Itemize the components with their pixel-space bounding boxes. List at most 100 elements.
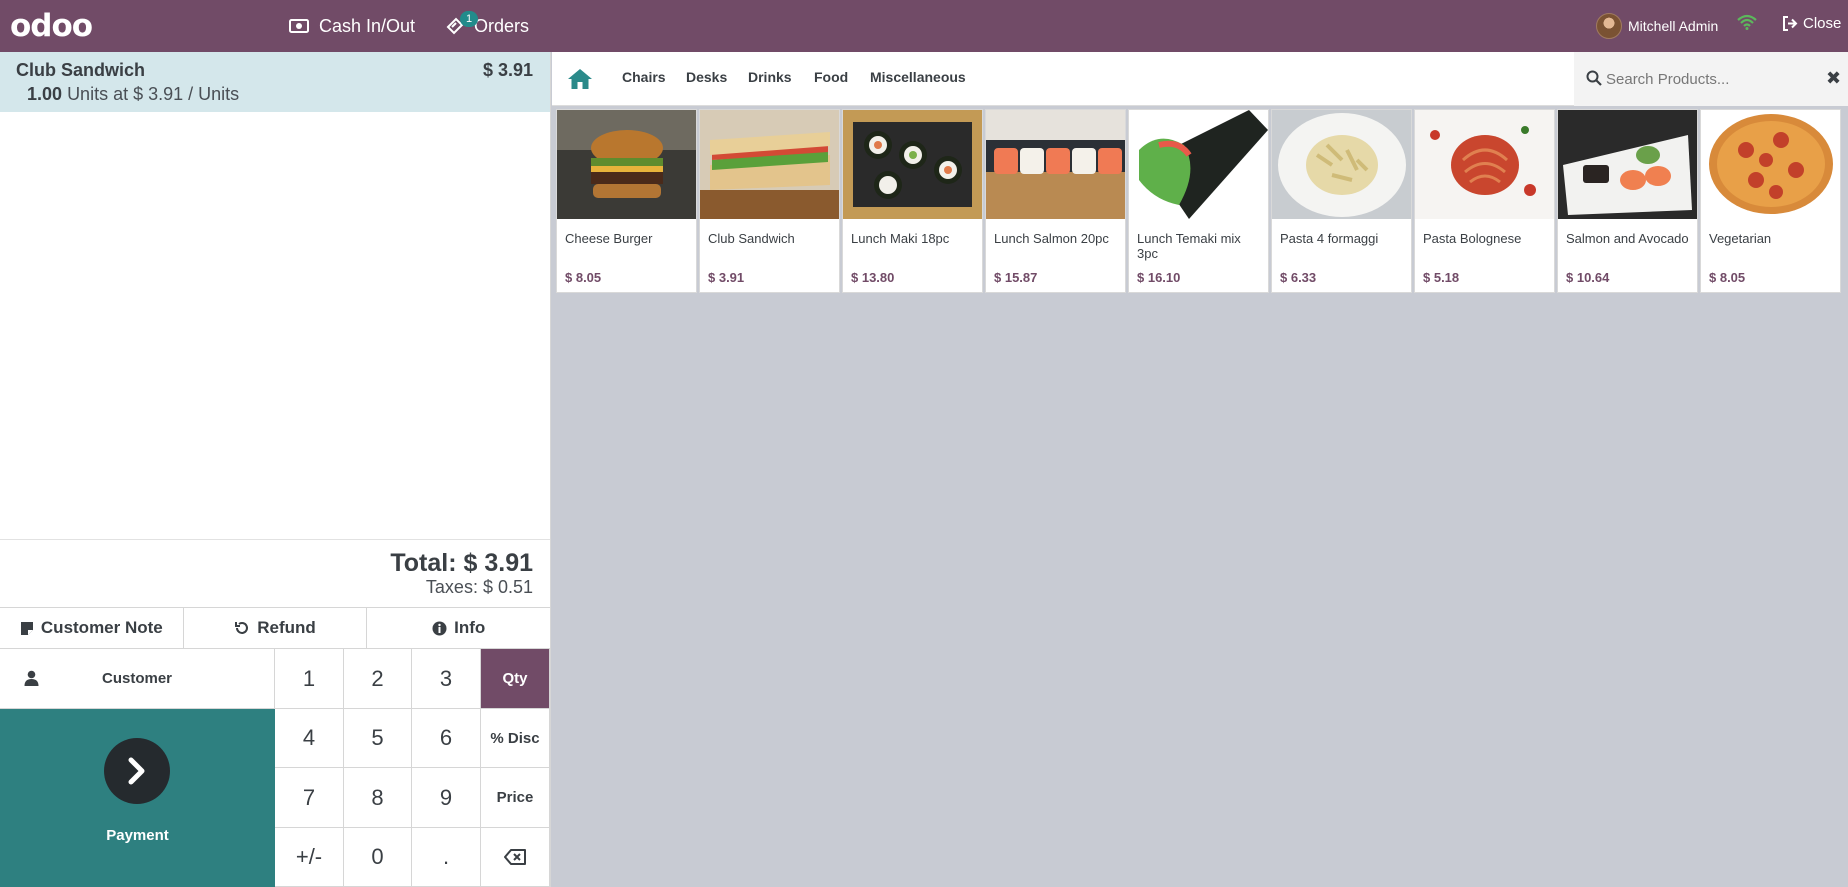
category-chairs[interactable]: Chairs — [622, 69, 666, 85]
search-input[interactable] — [1606, 67, 1806, 91]
order-line-name: Club Sandwich — [16, 60, 146, 80]
numpad-key-9[interactable]: 9 — [412, 768, 481, 828]
numpad-key-6[interactable]: 6 — [412, 709, 481, 768]
product-name: Pasta Bolognese — [1423, 231, 1522, 246]
club-sandwich-image — [700, 110, 839, 219]
numpad-key-2[interactable]: 2 — [344, 649, 412, 709]
numpad-area: Customer Payment 1 2 3 Qty 4 5 6 % Disc … — [0, 649, 550, 887]
user-menu[interactable]: Mitchell Admin — [1596, 12, 1718, 40]
product-search: ✖ — [1574, 52, 1848, 106]
close-label: Close — [1803, 15, 1842, 32]
avatar — [1596, 13, 1622, 39]
orders-button[interactable]: 1 Orders — [446, 0, 529, 52]
order-panel: Club Sandwich $ 3.91 1.00 Units at $ 3.9… — [0, 52, 551, 887]
lunch-maki-image — [843, 110, 982, 219]
product-card[interactable]: Lunch Salmon 20pc $ 15.87 — [985, 109, 1126, 293]
control-buttons: Customer Note Refund Info — [0, 607, 551, 649]
backspace-icon — [504, 849, 526, 865]
order-line-detail: Units at $ 3.91 / Units — [67, 84, 240, 104]
cheese-burger-image — [557, 110, 696, 219]
customer-button[interactable]: Customer — [0, 649, 275, 709]
wifi-icon — [1737, 14, 1757, 30]
info-button[interactable]: Info — [367, 608, 551, 648]
refund-label: Refund — [257, 618, 316, 637]
vegetarian-image — [1701, 110, 1840, 219]
refund-button[interactable]: Refund — [183, 608, 368, 648]
payment-button[interactable]: Payment — [0, 709, 275, 887]
category-drinks[interactable]: Drinks — [748, 69, 792, 85]
pasta-bolognese-image — [1415, 110, 1554, 219]
numpad-key-0[interactable]: 0 — [344, 828, 412, 887]
close-button[interactable]: Close — [1782, 15, 1841, 32]
numpad-qty-mode[interactable]: Qty — [481, 649, 550, 709]
product-card[interactable]: Salmon and Avocado $ 10.64 — [1557, 109, 1698, 293]
product-price: $ 10.64 — [1566, 270, 1610, 285]
payment-circle — [104, 738, 170, 804]
product-list: Cheese Burger $ 8.05 Club Sandwich $ 3.9… — [556, 109, 1848, 293]
product-price: $ 3.91 — [708, 270, 745, 285]
product-card[interactable]: Lunch Maki 18pc $ 13.80 — [842, 109, 983, 293]
numpad-price-mode[interactable]: Price — [481, 768, 550, 828]
category-food[interactable]: Food — [814, 69, 848, 85]
customer-note-button[interactable]: Customer Note — [0, 608, 184, 648]
category-miscellaneous[interactable]: Miscellaneous — [870, 69, 966, 85]
numpad-key-4[interactable]: 4 — [275, 709, 344, 768]
home-icon[interactable] — [567, 67, 593, 91]
product-name: Pasta 4 formaggi — [1280, 231, 1379, 246]
product-card[interactable]: Pasta Bolognese $ 5.18 — [1414, 109, 1555, 293]
numpad-key-7[interactable]: 7 — [275, 768, 344, 828]
numpad-disc-mode[interactable]: % Disc — [481, 709, 550, 768]
customer-note-label: Customer Note — [40, 618, 163, 637]
search-icon — [1586, 70, 1602, 86]
cash-in-out-label: Cash In/Out — [319, 15, 416, 36]
product-price: $ 16.10 — [1137, 270, 1181, 285]
product-name: Lunch Maki 18pc — [851, 231, 950, 246]
numpad-backspace[interactable] — [481, 828, 550, 887]
product-card[interactable]: Vegetarian $ 8.05 — [1700, 109, 1841, 293]
numpad-plus-minus[interactable]: +/- — [275, 828, 344, 887]
category-desks[interactable]: Desks — [686, 69, 727, 85]
product-name: Lunch Temaki mix 3pc — [1137, 231, 1241, 261]
payment-label: Payment — [106, 827, 169, 844]
clear-search-icon[interactable]: ✖ — [1826, 68, 1841, 89]
product-name: Vegetarian — [1709, 231, 1772, 246]
lunch-temaki-image — [1129, 110, 1268, 219]
product-card[interactable]: Pasta 4 formaggi $ 6.33 — [1271, 109, 1412, 293]
info-label: Info — [454, 618, 486, 637]
order-line-qty: 1.00 — [27, 84, 63, 104]
salmon-and-avocado-image — [1558, 110, 1697, 219]
product-card[interactable]: Cheese Burger $ 8.05 — [556, 109, 697, 293]
orders-count-badge: 1 — [460, 11, 479, 27]
numpad: 1 2 3 Qty 4 5 6 % Disc 7 8 9 Price +/- 0… — [275, 649, 550, 887]
order-line-price: $ 3.91 — [482, 60, 533, 80]
product-price: $ 6.33 — [1280, 270, 1317, 285]
note-icon — [20, 621, 33, 635]
product-price: $ 8.05 — [565, 270, 602, 285]
order-line[interactable]: Club Sandwich $ 3.91 1.00 Units at $ 3.9… — [0, 52, 550, 112]
user-name: Mitchell Admin — [1628, 18, 1719, 34]
order-taxes: Taxes: $ 0.51 — [425, 577, 533, 597]
numpad-key-5[interactable]: 5 — [344, 709, 412, 768]
numpad-key-3[interactable]: 3 — [412, 649, 481, 709]
cash-icon — [289, 19, 309, 33]
product-name: Salmon and Avocado — [1566, 231, 1689, 246]
category-bar: Chairs Desks Drinks Food Miscellaneous ✖ — [552, 52, 1848, 106]
lunch-salmon-image — [986, 110, 1125, 219]
product-name: Cheese Burger — [565, 231, 653, 246]
totals-divider — [0, 539, 550, 540]
cash-in-out-button[interactable]: Cash In/Out — [289, 0, 415, 52]
user-icon — [24, 670, 39, 686]
product-price: $ 5.18 — [1423, 270, 1460, 285]
order-total: Total: $ 3.91 — [390, 549, 533, 577]
numpad-decimal[interactable]: . — [412, 828, 481, 887]
top-bar: odoo Cash In/Out 1 Orders Mitchell Admin… — [0, 0, 1848, 52]
product-card[interactable]: Lunch Temaki mix 3pc $ 16.10 — [1128, 109, 1269, 293]
product-price: $ 13.80 — [851, 270, 895, 285]
numpad-key-1[interactable]: 1 — [275, 649, 344, 709]
sign-out-icon — [1783, 16, 1798, 31]
pasta-4-formaggi-image — [1272, 110, 1411, 219]
product-price: $ 15.87 — [994, 270, 1038, 285]
numpad-key-8[interactable]: 8 — [344, 768, 412, 828]
product-card[interactable]: Club Sandwich $ 3.91 — [699, 109, 840, 293]
product-name: Lunch Salmon 20pc — [994, 231, 1109, 246]
